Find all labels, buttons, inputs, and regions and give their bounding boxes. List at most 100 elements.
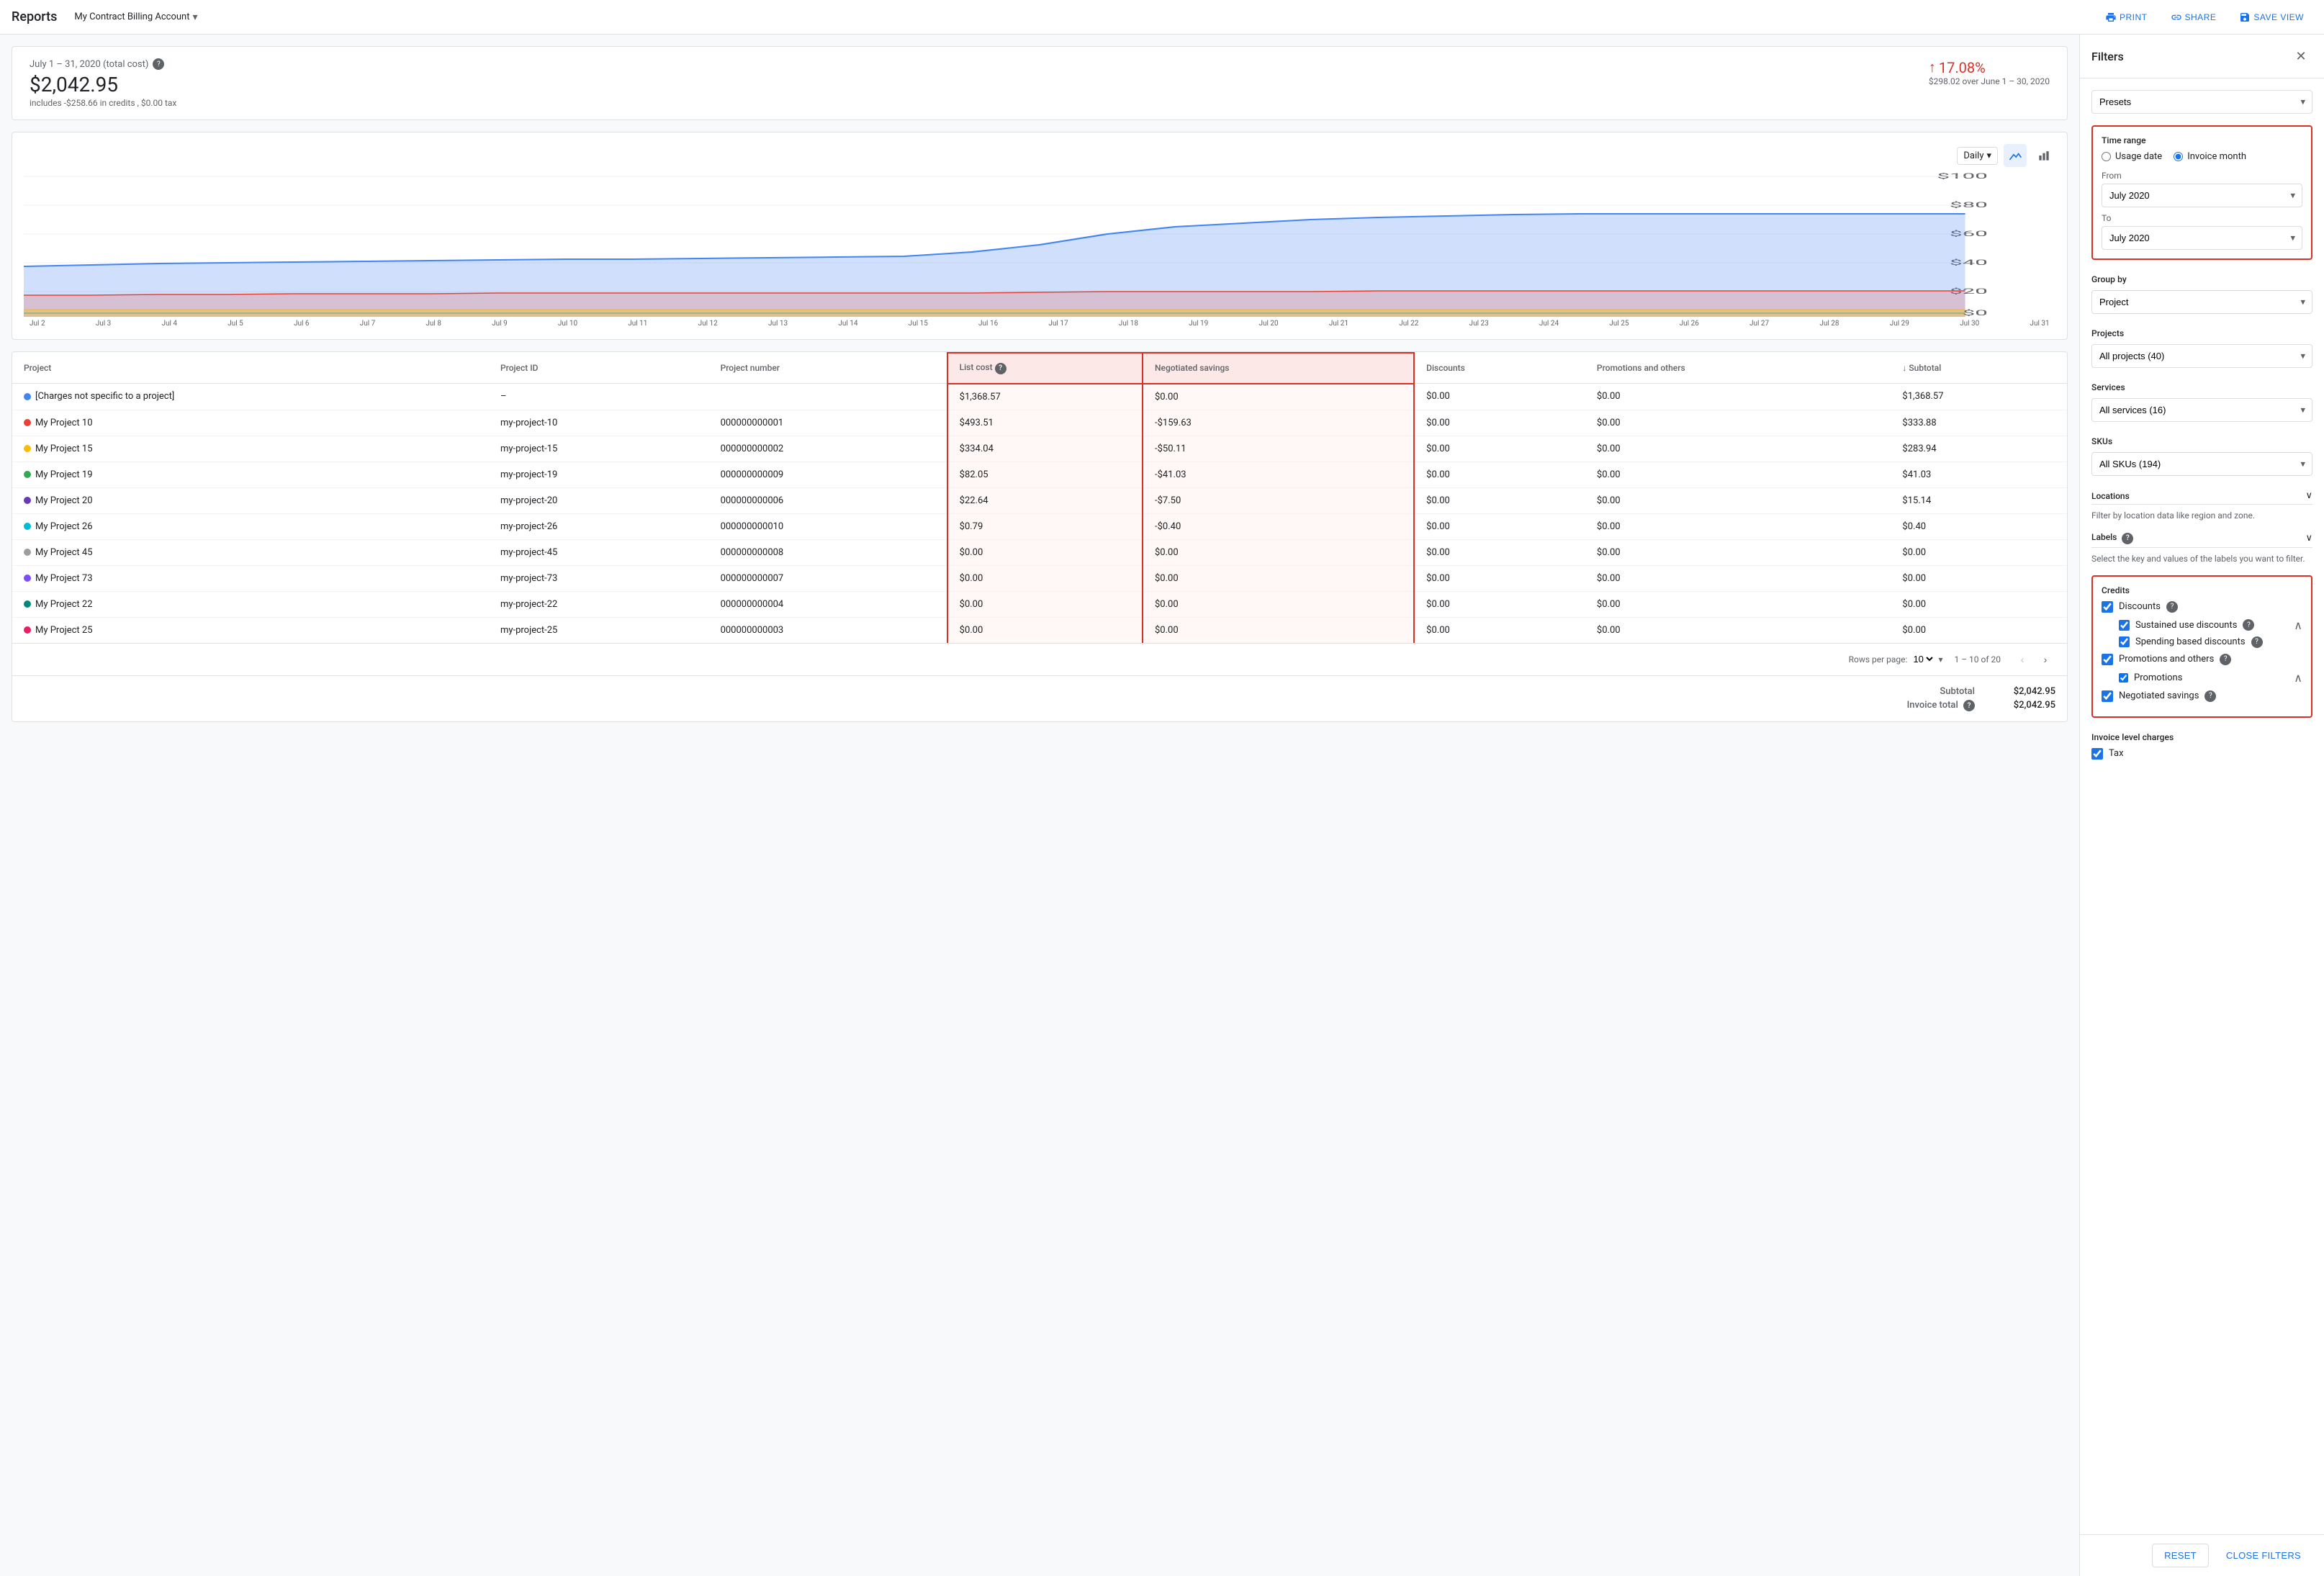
promotions-label: Promotions bbox=[2134, 672, 2182, 683]
spending-based-item[interactable]: Spending based discounts ? bbox=[2119, 636, 2302, 648]
help-icon-invoice[interactable]: ? bbox=[1963, 700, 1975, 711]
cell-discounts: $0.00 bbox=[1414, 539, 1585, 565]
help-icon[interactable]: ? bbox=[153, 58, 164, 70]
cell-project-id: my-project-15 bbox=[489, 436, 709, 461]
account-selector[interactable]: My Contract Billing Account ▾ bbox=[68, 9, 203, 26]
projects-select[interactable]: All projects (40) bbox=[2091, 344, 2312, 368]
negotiated-savings-item[interactable]: Negotiated savings ? bbox=[2102, 690, 2302, 702]
promotions-expand-icon[interactable]: ∧ bbox=[2294, 671, 2302, 685]
rows-per-page: Rows per page: 10 25 50 ▾ bbox=[1849, 653, 1943, 665]
filters-body: Presets Time range Usage date Invoice mo… bbox=[2080, 78, 2324, 1534]
promotions-sub-row: Promotions ∧ bbox=[2119, 671, 2302, 685]
cell-list-cost: $0.00 bbox=[947, 591, 1143, 617]
up-arrow-icon: ↑ bbox=[1929, 58, 1936, 76]
print-button[interactable]: PRINT bbox=[2096, 7, 2156, 27]
cell-project-id: my-project-20 bbox=[489, 487, 709, 513]
negotiated-savings-checkbox[interactable] bbox=[2102, 690, 2113, 702]
share-button[interactable]: SHARE bbox=[2162, 7, 2225, 27]
cell-negotiated-savings: -$41.03 bbox=[1143, 461, 1414, 487]
usage-date-radio[interactable]: Usage date bbox=[2102, 151, 2162, 162]
sustained-use-help-icon[interactable]: ? bbox=[2243, 619, 2254, 631]
col-promotions: Promotions and others bbox=[1585, 353, 1891, 384]
locations-header[interactable]: Locations ∨ bbox=[2091, 490, 2312, 505]
promotions-others-checkbox[interactable] bbox=[2102, 654, 2113, 665]
cell-list-cost: $0.00 bbox=[947, 617, 1143, 643]
skus-select-wrapper: All SKUs (194) bbox=[2091, 452, 2312, 476]
promotions-others-help-icon[interactable]: ? bbox=[2220, 654, 2231, 665]
cell-subtotal: $1,368.57 bbox=[1891, 384, 2067, 410]
granularity-label: Daily bbox=[1963, 150, 1983, 161]
rows-per-page-select[interactable]: 10 25 50 bbox=[1910, 653, 1935, 665]
from-month-select[interactable]: July 2020 bbox=[2102, 184, 2302, 207]
close-filters-button[interactable]: CLOSE FILTERS bbox=[2215, 1544, 2312, 1567]
group-by-select-wrapper: Project bbox=[2091, 290, 2312, 314]
sustained-use-expand-icon[interactable]: ∧ bbox=[2294, 618, 2302, 632]
labels-help-icon[interactable]: ? bbox=[2122, 533, 2133, 544]
discounts-checkbox[interactable] bbox=[2102, 601, 2113, 613]
table-row: My Project 73 my-project-73 000000000007… bbox=[12, 565, 2067, 591]
spending-based-checkbox[interactable] bbox=[2119, 636, 2130, 647]
group-by-label: Group by bbox=[2091, 274, 2312, 284]
tax-item[interactable]: Tax bbox=[2091, 748, 2312, 760]
svg-text:$80: $80 bbox=[1950, 201, 1988, 210]
discounts-checkbox-item[interactable]: Discounts ? bbox=[2102, 601, 2302, 613]
time-range-label: Time range bbox=[2102, 135, 2302, 145]
usage-date-input[interactable] bbox=[2102, 152, 2111, 161]
col-project-id: Project ID bbox=[489, 353, 709, 384]
reset-button[interactable]: RESET bbox=[2152, 1544, 2209, 1567]
invoice-month-radio[interactable]: Invoice month bbox=[2174, 151, 2246, 162]
cell-negotiated-savings: -$0.40 bbox=[1143, 513, 1414, 539]
negotiated-savings-help-icon[interactable]: ? bbox=[2204, 690, 2216, 702]
next-page-btn[interactable]: › bbox=[2035, 649, 2055, 670]
save-view-button[interactable]: SAVE VIEW bbox=[2230, 7, 2312, 27]
promotions-others-item[interactable]: Promotions and others ? bbox=[2102, 654, 2302, 665]
cell-subtotal: $0.00 bbox=[1891, 539, 2067, 565]
close-filters-icon-btn[interactable]: ✕ bbox=[2289, 45, 2312, 68]
skus-select[interactable]: All SKUs (194) bbox=[2091, 452, 2312, 476]
prev-page-btn[interactable]: ‹ bbox=[2012, 649, 2032, 670]
chart-svg: $100 $80 $60 $40 $20 $0 bbox=[24, 173, 2055, 317]
from-row: From July 2020 bbox=[2102, 171, 2302, 207]
discounts-help-icon[interactable]: ? bbox=[2166, 601, 2178, 613]
tax-checkbox[interactable] bbox=[2091, 748, 2103, 760]
cell-project: My Project 15 bbox=[12, 436, 489, 461]
bar-chart-icon bbox=[2037, 148, 2051, 163]
sustained-use-checkbox[interactable] bbox=[2119, 620, 2130, 631]
sort-icon[interactable]: ↓ bbox=[1902, 363, 1906, 373]
cell-project-number: 000000000007 bbox=[709, 565, 947, 591]
share-label: SHARE bbox=[2185, 12, 2217, 22]
cell-negotiated-savings: $0.00 bbox=[1143, 384, 1414, 410]
account-name: My Contract Billing Account bbox=[74, 12, 189, 22]
services-select[interactable]: All services (16) bbox=[2091, 398, 2312, 422]
cell-negotiated-savings: $0.00 bbox=[1143, 539, 1414, 565]
subtotal-row: Subtotal $2,042.95 bbox=[24, 685, 2055, 698]
sustained-use-label: Sustained use discounts bbox=[2135, 620, 2237, 631]
invoice-month-input[interactable] bbox=[2174, 152, 2183, 161]
labels-header[interactable]: Labels ? ∨ bbox=[2091, 532, 2312, 548]
to-month-select[interactable]: July 2020 bbox=[2102, 226, 2302, 250]
cell-discounts: $0.00 bbox=[1414, 384, 1585, 410]
col-list-cost[interactable]: List cost ? bbox=[947, 353, 1143, 384]
col-project: Project bbox=[12, 353, 489, 384]
to-row: To July 2020 bbox=[2102, 213, 2302, 250]
group-by-select[interactable]: Project bbox=[2091, 290, 2312, 314]
promotions-checkbox[interactable] bbox=[2119, 673, 2128, 683]
line-chart-btn[interactable] bbox=[2004, 144, 2027, 167]
summary-change-label: $298.02 over June 1 – 30, 2020 bbox=[1929, 76, 2050, 86]
presets-select[interactable]: Presets bbox=[2091, 90, 2312, 114]
help-icon-list-cost[interactable]: ? bbox=[995, 363, 1006, 374]
bar-chart-btn[interactable] bbox=[2032, 144, 2055, 167]
table-header-row: Project Project ID Project number List c… bbox=[12, 353, 2067, 384]
granularity-selector[interactable]: Daily ▾ bbox=[1957, 147, 1998, 165]
subtotal-label: Subtotal bbox=[1940, 686, 1975, 697]
cell-project-number: 000000000002 bbox=[709, 436, 947, 461]
cell-project-id: my-project-22 bbox=[489, 591, 709, 617]
cell-promotions: $0.00 bbox=[1585, 461, 1891, 487]
cell-promotions: $0.00 bbox=[1585, 436, 1891, 461]
save-icon bbox=[2239, 12, 2251, 23]
cell-negotiated-savings: $0.00 bbox=[1143, 591, 1414, 617]
time-range-radio-group: Usage date Invoice month bbox=[2102, 151, 2302, 162]
spending-based-help-icon[interactable]: ? bbox=[2251, 636, 2263, 648]
summary-right: ↑ 17.08% $298.02 over June 1 – 30, 2020 bbox=[1929, 58, 2050, 86]
cell-project-id: my-project-45 bbox=[489, 539, 709, 565]
